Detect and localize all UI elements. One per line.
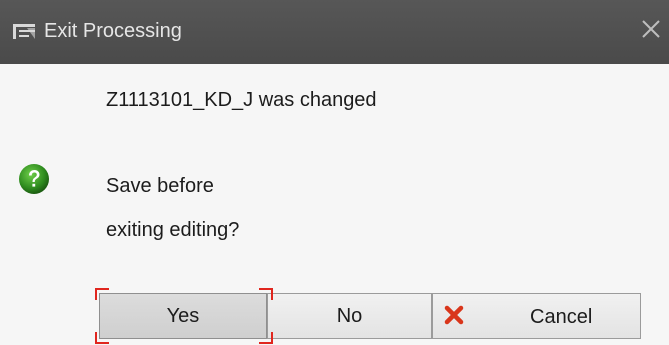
window-icon [13, 24, 35, 39]
changed-message: Z1113101_KD_J was changed [106, 89, 377, 111]
focus-corner-bottom-right [259, 332, 273, 344]
no-button[interactable]: No [267, 293, 432, 339]
focus-corner-top-right [259, 288, 273, 300]
cancel-button-label: Cancel [530, 306, 593, 328]
cancel-button[interactable]: Cancel [432, 293, 641, 339]
close-icon[interactable] [638, 15, 664, 43]
question-text-line-1: Save before [106, 175, 214, 197]
no-button-label: No [336, 304, 363, 327]
yes-button[interactable]: Yes [99, 293, 267, 339]
cancel-x-icon [444, 305, 464, 325]
question-text-line-2: exiting editing? [106, 219, 240, 241]
focus-corner-top-left [95, 288, 109, 300]
yes-button-label: Yes [166, 304, 200, 327]
focus-corner-bottom-left [95, 332, 109, 344]
dialog-title: Exit Processing [44, 20, 182, 42]
question-icon [19, 164, 49, 194]
exit-processing-dialog: Exit Processing Z1113101_KD_J was change… [0, 0, 669, 345]
title-bar: Exit Processing [0, 0, 669, 64]
dialog-body: Z1113101_KD_J was changed Save before ex… [0, 64, 669, 345]
